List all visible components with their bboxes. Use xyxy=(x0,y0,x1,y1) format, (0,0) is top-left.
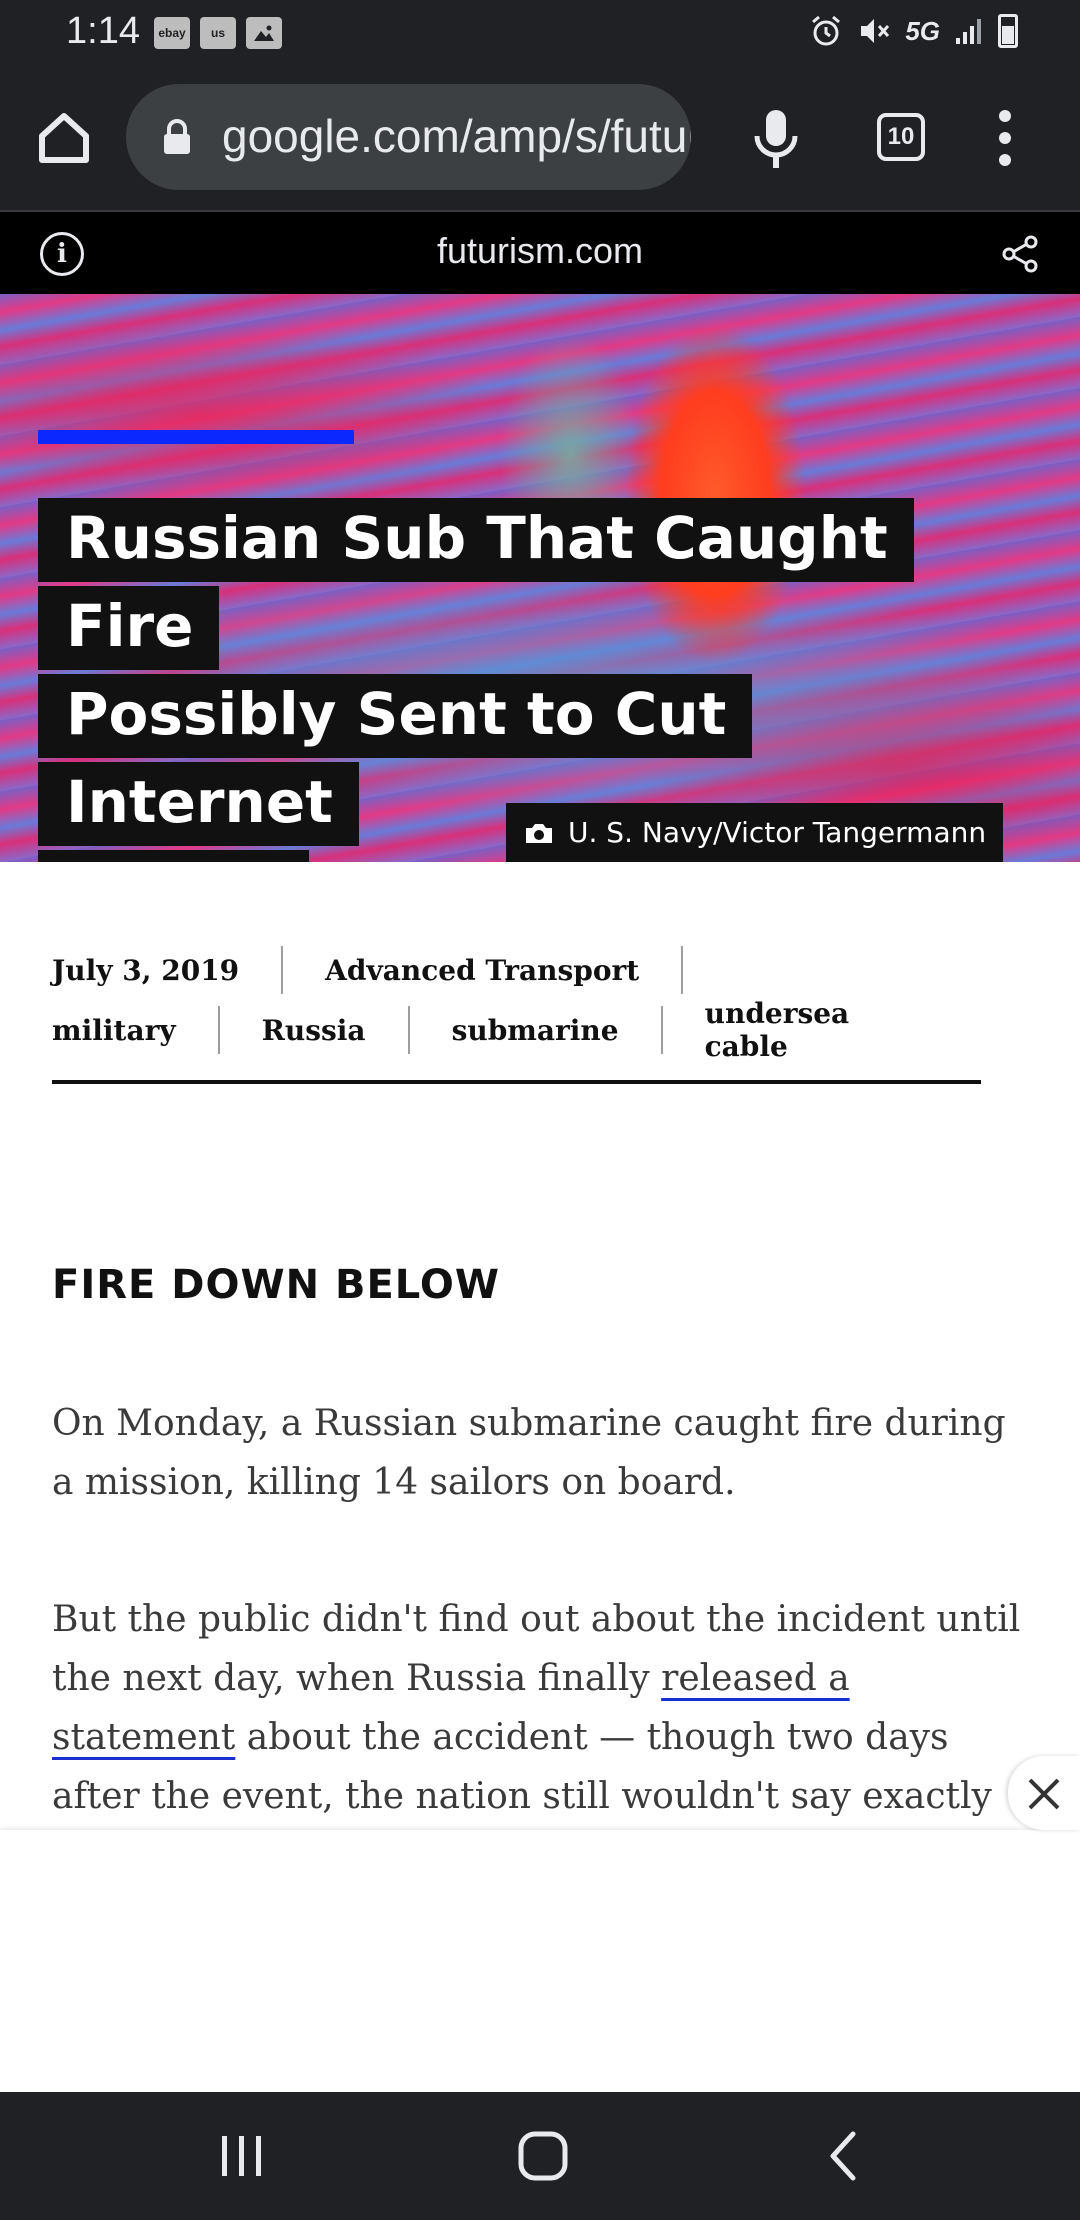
status-bar: 1:14 ebay us 5G xyxy=(0,0,1080,66)
article-paragraph: But the public didn't find out about the… xyxy=(52,1590,1022,1826)
ad-banner xyxy=(0,1830,1080,2092)
recents-button[interactable] xyxy=(212,2126,272,2186)
voice-search-button[interactable] xyxy=(745,104,807,174)
tag-link[interactable]: submarine xyxy=(410,1006,663,1054)
site-domain: futurism.com xyxy=(436,230,644,271)
category-link[interactable]: Advanced Transport xyxy=(283,946,684,994)
home-nav-button[interactable] xyxy=(513,2126,573,2186)
system-nav-bar xyxy=(0,2092,1080,2220)
home-icon xyxy=(518,2131,568,2181)
share-icon xyxy=(1002,235,1038,273)
alarm-icon xyxy=(812,15,841,46)
headline-line: Cables xyxy=(38,850,309,862)
headline-line: Russian Sub That Caught Fire xyxy=(38,498,914,670)
system-icons: 5G xyxy=(809,14,1018,48)
more-vert-icon[interactable] xyxy=(985,106,1025,170)
amp-header: i futurism.com xyxy=(0,210,1080,294)
mic-icon xyxy=(754,110,798,168)
article-paragraph: On Monday, a Russian submarine caught fi… xyxy=(52,1403,1006,1503)
image-notification-icon xyxy=(246,17,282,49)
signal-icon xyxy=(956,19,981,44)
recents-icon xyxy=(222,2136,261,2176)
camera-icon xyxy=(526,823,552,843)
accent-bar xyxy=(38,430,354,444)
home-button[interactable] xyxy=(28,102,100,174)
us-notification-icon: us xyxy=(200,17,236,49)
photo-credit-text: U. S. Navy/Victor Tangermann xyxy=(568,816,987,849)
meta-row: July 3, 2019 Advanced Transport xyxy=(52,940,982,1000)
section-heading: FIRE DOWN BELOW xyxy=(52,1262,500,1308)
status-time: 1:14 xyxy=(66,10,140,52)
tags-row: military Russia submarine undersea cable xyxy=(52,997,982,1063)
article-date: July 3, 2019 xyxy=(52,946,284,994)
notification-icons: ebay us xyxy=(154,17,282,49)
hero-image: Russian Sub That Caught Fire Possibly Se… xyxy=(0,294,1080,862)
tag-link[interactable]: military xyxy=(52,1006,220,1054)
meta-divider xyxy=(52,1080,981,1084)
share-button[interactable] xyxy=(1000,234,1040,274)
back-button[interactable] xyxy=(815,2126,875,2186)
battery-icon xyxy=(998,14,1018,48)
close-ad-button[interactable] xyxy=(1008,1756,1080,1830)
tag-link[interactable]: undersea cable xyxy=(663,997,982,1063)
photo-credit: U. S. Navy/Victor Tangermann xyxy=(506,803,1003,862)
ebay-notification-icon: ebay xyxy=(154,17,190,49)
url-bar[interactable]: google.com/amp/s/futurism.com xyxy=(126,84,691,190)
paragraph-text: But the public didn't find out about the… xyxy=(52,1599,1021,1699)
home-icon xyxy=(39,113,89,163)
close-icon xyxy=(1028,1778,1060,1810)
lock-icon xyxy=(164,119,190,154)
article-meta: July 3, 2019 Advanced Transport military… xyxy=(52,940,982,1063)
back-icon xyxy=(830,2131,856,2181)
network-type: 5G xyxy=(905,15,940,46)
mute-icon xyxy=(861,19,890,43)
browser-toolbar: google.com/amp/s/futurism.com 10 xyxy=(0,66,1080,210)
url-text[interactable]: google.com/amp/s/futurism.com xyxy=(222,109,691,163)
tab-switcher-button[interactable]: 10 xyxy=(877,113,925,161)
tag-link[interactable]: Russia xyxy=(220,1006,410,1054)
